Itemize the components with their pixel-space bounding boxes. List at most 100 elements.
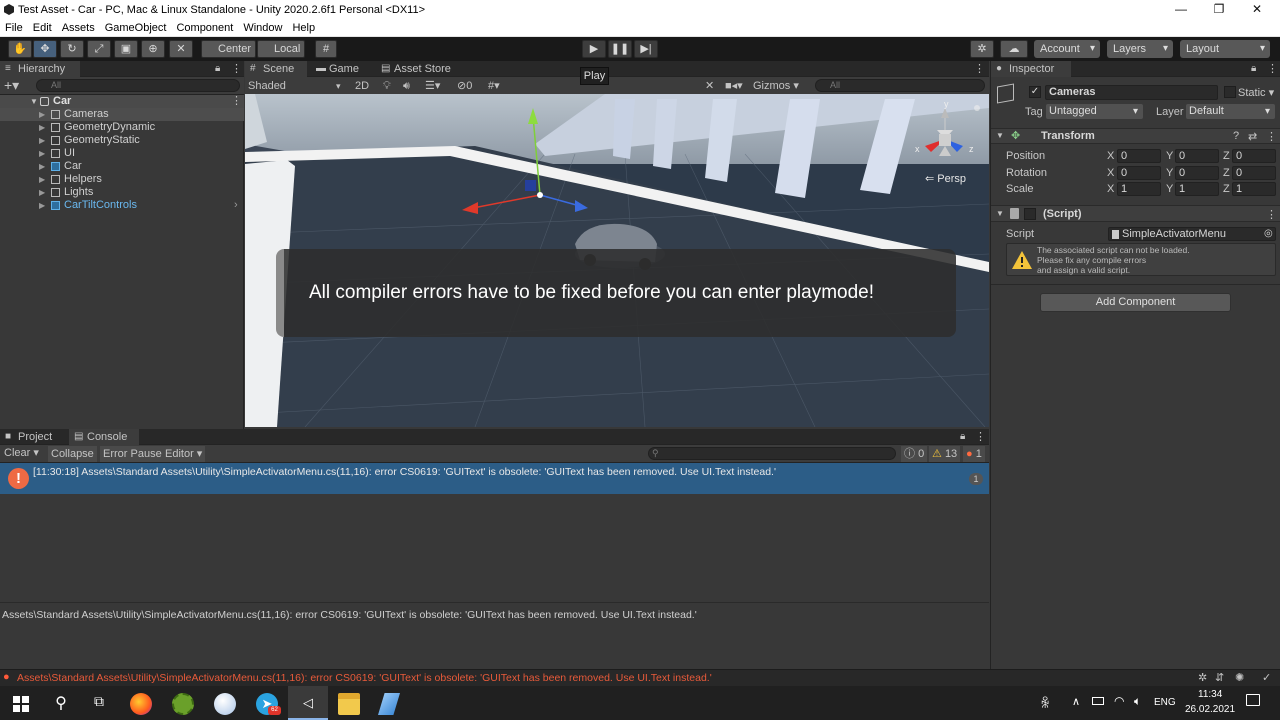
expand-arrow-icon[interactable]: ▶ bbox=[39, 147, 45, 160]
expand-arrow-icon[interactable]: ▶ bbox=[39, 186, 45, 199]
chevron-right-icon[interactable]: › bbox=[234, 199, 238, 212]
component-enabled-checkbox[interactable] bbox=[1024, 208, 1036, 220]
clock-time[interactable]: 11:34 bbox=[1198, 689, 1222, 700]
component-menu-icon[interactable]: ⋮ bbox=[1266, 208, 1277, 221]
script-object-field[interactable]: SimpleActivatorMenu ◎ bbox=[1108, 227, 1276, 241]
account-dropdown[interactable]: Account bbox=[1034, 40, 1100, 58]
layers-dropdown[interactable]: Layers bbox=[1107, 40, 1173, 58]
close-button[interactable]: ✕ bbox=[1234, 2, 1280, 16]
effects-icon[interactable]: ☰▾ bbox=[425, 79, 440, 93]
preset-icon[interactable]: ⇄ bbox=[1248, 130, 1257, 143]
hierarchy-item[interactable]: ▶ UI bbox=[0, 147, 244, 160]
pivot-center-button[interactable]: Center bbox=[201, 40, 256, 58]
people-icon[interactable]: ꆜ bbox=[1040, 695, 1050, 712]
panel-menu-icon[interactable]: ⋮ bbox=[231, 62, 242, 75]
error-toggle[interactable]: ● 1 bbox=[963, 446, 985, 462]
component-menu-icon[interactable]: ⋮ bbox=[1266, 130, 1277, 143]
menu-edit[interactable]: Edit bbox=[28, 20, 57, 34]
expand-arrow-icon[interactable]: ▶ bbox=[39, 199, 45, 212]
tools-icon[interactable]: ✕ bbox=[705, 79, 714, 93]
tag-dropdown[interactable]: Untagged bbox=[1046, 104, 1143, 119]
tab-scene[interactable]: # Scene bbox=[245, 61, 307, 77]
clock-date[interactable]: 26.02.2021 bbox=[1185, 704, 1235, 715]
notifications-icon[interactable] bbox=[1246, 694, 1260, 706]
blue-app-icon[interactable] bbox=[378, 693, 400, 715]
menu-help[interactable]: Help bbox=[287, 20, 320, 34]
menu-assets[interactable]: Assets bbox=[57, 20, 100, 34]
audio-icon[interactable]: 🔊︎ bbox=[403, 79, 410, 93]
gizmos-dropdown[interactable]: Gizmos ▾ bbox=[753, 79, 799, 93]
unity-taskbar-button[interactable]: ◁ bbox=[288, 686, 328, 720]
shading-mode-dropdown[interactable]: Shaded ▾ bbox=[248, 79, 344, 93]
scene-menu-icon[interactable]: ⋮ bbox=[231, 95, 242, 108]
foldout-arrow-icon[interactable]: ▼ bbox=[996, 131, 1004, 140]
cloud-icon[interactable]: ☁ bbox=[1000, 40, 1028, 58]
console-splitter[interactable] bbox=[0, 602, 989, 603]
scale-x-field[interactable]: 1 bbox=[1117, 182, 1161, 196]
rect-tool-icon[interactable]: ▣ bbox=[114, 40, 138, 58]
create-button[interactable]: +▾ bbox=[4, 78, 19, 92]
hierarchy-item[interactable]: ▶ GeometryStatic bbox=[0, 134, 244, 147]
tab-console[interactable]: ▤ Console bbox=[69, 429, 139, 445]
console-entry[interactable]: ! [11:30:18] Assets\Standard Assets\Util… bbox=[0, 463, 989, 494]
script-component-header[interactable]: ▼ (Script) ⋮ bbox=[991, 205, 1280, 222]
pivot-local-button[interactable]: Local bbox=[257, 40, 305, 58]
inspector-tab[interactable]: ● Inspector bbox=[991, 61, 1071, 77]
task-view-icon[interactable]: ⧉ bbox=[88, 693, 110, 715]
custom-tool-icon[interactable]: ✕ bbox=[169, 40, 193, 58]
hierarchy-item[interactable]: ▶ Cameras bbox=[0, 108, 244, 121]
position-y-field[interactable]: 0 bbox=[1175, 149, 1219, 163]
position-x-field[interactable]: 0 bbox=[1117, 149, 1161, 163]
rotation-y-field[interactable]: 0 bbox=[1175, 166, 1219, 180]
file-explorer-icon[interactable] bbox=[338, 693, 360, 715]
green-app-icon[interactable] bbox=[172, 693, 194, 715]
console-search-input[interactable]: ⚲ bbox=[648, 447, 896, 460]
hierarchy-item[interactable]: ▶ Helpers bbox=[0, 173, 244, 186]
scene-root-row[interactable]: ▼ Car ⋮ bbox=[0, 95, 244, 108]
scale-z-field[interactable]: 1 bbox=[1232, 182, 1276, 196]
expand-arrow-icon[interactable]: ▶ bbox=[39, 134, 45, 147]
object-picker-icon[interactable]: ◎ bbox=[1264, 228, 1273, 240]
volume-icon[interactable]: 🔈︎ bbox=[1134, 694, 1141, 709]
tray-expand-icon[interactable]: ∧ bbox=[1072, 695, 1080, 708]
tab-project[interactable]: ■ Project bbox=[0, 429, 66, 445]
language-indicator[interactable]: ENG bbox=[1154, 697, 1176, 708]
help-icon[interactable]: ? bbox=[1233, 130, 1239, 142]
transform-header[interactable]: ▼ ✥ Transform ? ⇄ ⋮ bbox=[991, 128, 1280, 144]
position-z-field[interactable]: 0 bbox=[1232, 149, 1276, 163]
lock-icon[interactable]: 🔒︎ bbox=[215, 63, 220, 74]
expand-arrow-icon[interactable]: ▶ bbox=[39, 160, 45, 173]
collab-icon[interactable]: ✲ bbox=[970, 40, 994, 58]
layout-dropdown[interactable]: Layout bbox=[1180, 40, 1270, 58]
hand-tool-icon[interactable]: ✋ bbox=[8, 40, 32, 58]
transform-tool-icon[interactable]: ⊕ bbox=[141, 40, 165, 58]
step-button[interactable]: ▶| bbox=[634, 40, 658, 58]
error-pause-toggle[interactable]: Error Pause bbox=[100, 446, 165, 462]
lock-icon[interactable]: 🔒︎ bbox=[1251, 63, 1256, 74]
lighting-icon[interactable]: 💡︎ bbox=[383, 79, 391, 93]
move-tool-icon[interactable]: ✥ bbox=[33, 40, 57, 58]
menu-file[interactable]: File bbox=[0, 20, 28, 34]
hierarchy-item[interactable]: ▶ Lights bbox=[0, 186, 244, 199]
hierarchy-search-input[interactable]: All bbox=[36, 79, 240, 92]
camera-icon[interactable]: ■◂▾ bbox=[725, 79, 743, 93]
hierarchy-item[interactable]: ▶ Car bbox=[0, 160, 244, 173]
expand-arrow-icon[interactable]: ▼ bbox=[30, 95, 38, 108]
play-button[interactable]: ▶ bbox=[582, 40, 606, 58]
scale-tool-icon[interactable]: ⤢ bbox=[87, 40, 111, 58]
lock-icon[interactable]: 🔒︎ bbox=[960, 431, 965, 442]
rotation-x-field[interactable]: 0 bbox=[1117, 166, 1161, 180]
check-icon[interactable]: ✓ bbox=[1262, 671, 1271, 684]
foldout-arrow-icon[interactable]: ▼ bbox=[996, 209, 1004, 218]
grid-snap-icon[interactable]: # bbox=[315, 40, 337, 58]
hierarchy-item[interactable]: ▶ CarTiltControls › bbox=[0, 199, 244, 212]
expand-arrow-icon[interactable]: ▶ bbox=[39, 121, 45, 134]
white-app-icon[interactable] bbox=[214, 693, 236, 715]
bug-icon[interactable]: ✲ bbox=[1198, 671, 1207, 684]
collapse-toggle[interactable]: Collapse bbox=[48, 446, 97, 462]
expand-arrow-icon[interactable]: ▶ bbox=[39, 108, 45, 121]
layer-dropdown[interactable]: Default bbox=[1186, 104, 1275, 119]
lighting-icon[interactable]: ✺ bbox=[1235, 671, 1244, 684]
tab-game[interactable]: ▬ Game bbox=[311, 61, 371, 77]
windows-start-icon[interactable] bbox=[10, 693, 32, 715]
